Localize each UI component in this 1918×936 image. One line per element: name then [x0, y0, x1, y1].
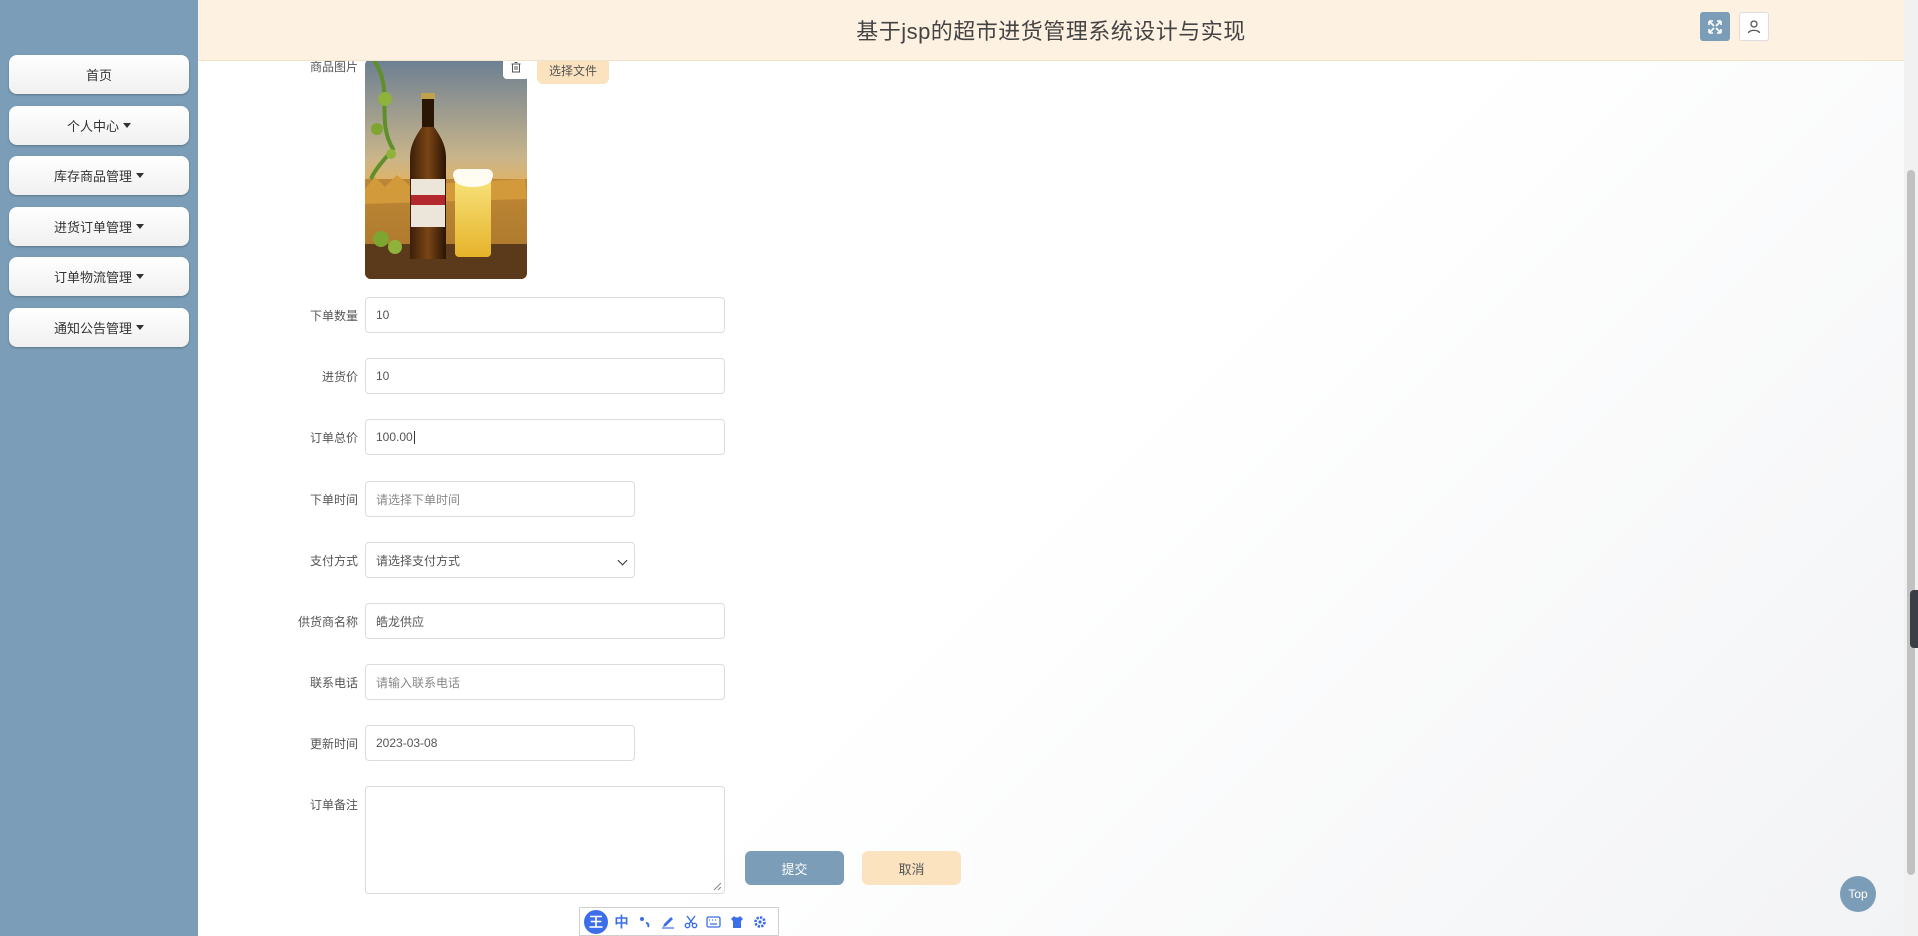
sidebar-item-logistics[interactable]: 订单物流管理 — [9, 257, 189, 296]
ime-lang-toggle[interactable]: 中 — [612, 912, 631, 931]
payment-method-select[interactable]: 请选择支付方式 — [365, 542, 635, 578]
caret-down-icon — [123, 123, 131, 128]
sidebar-item-home[interactable]: 首页 — [9, 55, 189, 94]
order-note-textarea[interactable] — [365, 786, 725, 894]
purchase-price-label: 进货价 — [321, 370, 358, 384]
ime-logo[interactable]: 王 — [584, 909, 608, 934]
order-note-label: 订单备注 — [309, 798, 358, 812]
text-caret — [413, 430, 415, 444]
total-price-label: 订单总价 — [309, 431, 358, 445]
choose-file-button[interactable]: 选择文件 — [537, 61, 609, 84]
trash-icon — [511, 62, 521, 73]
sidebar-item-announcements[interactable]: 通知公告管理 — [9, 308, 189, 347]
payment-method-value: 请选择支付方式 — [376, 553, 461, 568]
skin-shirt-icon[interactable] — [727, 912, 746, 931]
user-profile-button[interactable] — [1739, 12, 1769, 41]
resize-grip-icon — [713, 882, 722, 891]
sidebar-item-label: 个人中心 — [66, 119, 119, 134]
sidebar-item-label: 首页 — [85, 68, 112, 83]
punctuation-icon[interactable] — [635, 912, 654, 931]
sidebar-item-label: 订单物流管理 — [53, 270, 132, 285]
sidebar-item-purchase-orders[interactable]: 进货订单管理 — [9, 207, 189, 246]
keyboard-icon[interactable] — [704, 912, 723, 931]
page-title: 基于jsp的超市进货管理系统设计与实现 — [856, 19, 1246, 44]
main-content: 商品图片 选择文件 下单数量 10 进货价 10 订单总价 100.00 下单时… — [198, 61, 1904, 936]
contact-phone-label: 联系电话 — [309, 676, 358, 690]
product-image-label: 商品图片 — [309, 61, 358, 74]
contact-phone-input[interactable]: 请输入联系电话 — [365, 664, 725, 700]
caret-down-icon — [136, 274, 144, 279]
sidebar-item-label: 进货订单管理 — [53, 220, 132, 235]
scrollbar-thumb[interactable] — [1907, 170, 1915, 875]
caret-down-icon — [136, 173, 144, 178]
pen-icon[interactable] — [658, 912, 677, 931]
cancel-button[interactable]: 取消 — [862, 851, 961, 885]
delete-image-button[interactable] — [503, 61, 529, 79]
caret-down-icon — [136, 325, 144, 330]
quantity-label: 下单数量 — [309, 309, 358, 323]
sidebar-item-label: 通知公告管理 — [53, 321, 132, 336]
order-time-input[interactable]: 请选择下单时间 — [365, 481, 635, 517]
app-root: 首页 个人中心 库存商品管理 进货订单管理 订单物流管理 通知公告管理 基于js… — [0, 0, 1918, 936]
supplier-name-input[interactable]: 皓龙供应 — [365, 603, 725, 639]
quantity-input[interactable]: 10 — [365, 297, 725, 333]
total-price-input[interactable]: 100.00 — [365, 419, 725, 455]
submit-button[interactable]: 提交 — [745, 851, 844, 885]
sidebar-item-label: 库存商品管理 — [53, 169, 132, 184]
supplier-name-label: 供货商名称 — [297, 615, 358, 629]
sidebar-item-personal-center[interactable]: 个人中心 — [9, 106, 189, 145]
purchase-price-input[interactable]: 10 — [365, 358, 725, 394]
total-price-value: 100.00 — [376, 430, 413, 444]
ime-toolbar: 王 中 — [579, 907, 779, 936]
payment-method-label: 支付方式 — [309, 554, 358, 568]
user-icon — [1747, 19, 1761, 33]
chevron-down-icon — [617, 555, 628, 566]
update-time-input[interactable]: 2023-03-08 — [365, 725, 635, 761]
update-time-label: 更新时间 — [309, 737, 358, 751]
order-time-label: 下单时间 — [309, 493, 358, 507]
gear-icon[interactable] — [750, 912, 769, 931]
fullscreen-button[interactable] — [1700, 12, 1730, 41]
sidebar: 首页 个人中心 库存商品管理 进货订单管理 订单物流管理 通知公告管理 — [0, 0, 198, 936]
page-scrollbar[interactable] — [1904, 0, 1918, 936]
expand-icon — [1708, 19, 1722, 34]
caret-down-icon — [136, 224, 144, 229]
back-to-top-button[interactable]: Top — [1840, 876, 1876, 912]
scissors-icon[interactable] — [681, 912, 700, 931]
sidebar-item-inventory[interactable]: 库存商品管理 — [9, 156, 189, 195]
page-header: 基于jsp的超市进货管理系统设计与实现 — [198, 0, 1904, 61]
side-widget-tab[interactable] — [1910, 590, 1918, 648]
product-image — [365, 61, 527, 279]
